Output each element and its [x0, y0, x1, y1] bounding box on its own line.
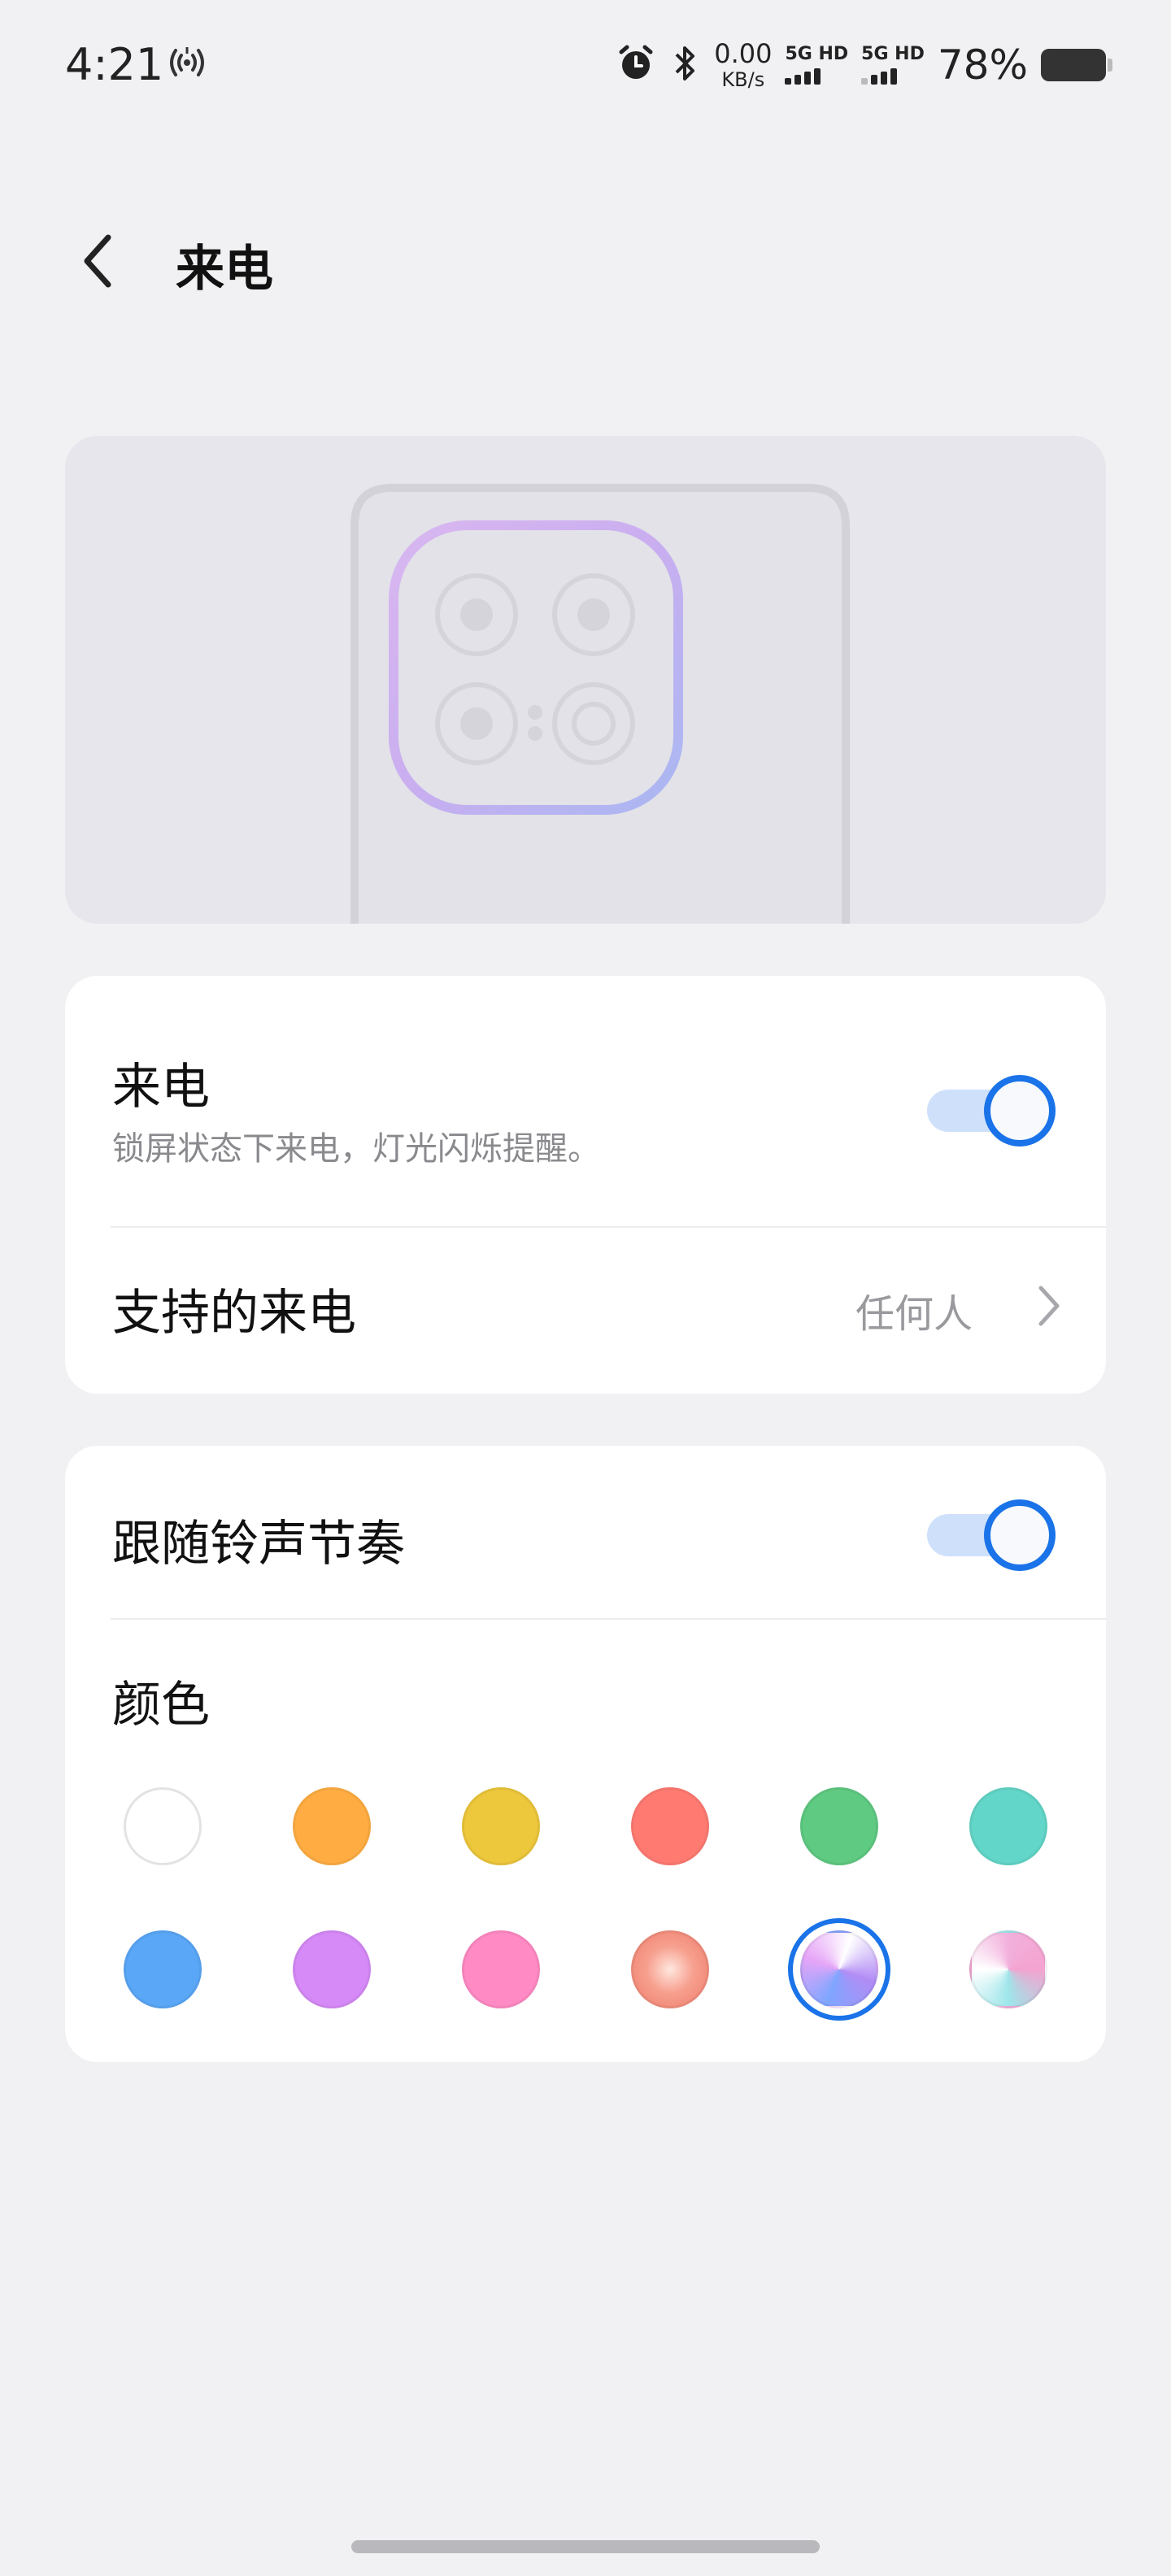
page-header: 来电	[0, 211, 1171, 309]
sim1-label: 5G HD	[785, 44, 849, 64]
incoming-call-title: 来电	[112, 1059, 210, 1116]
hotspot-icon	[166, 44, 208, 85]
incoming-call-toggle[interactable]	[927, 1072, 1059, 1150]
color-swatch-purple[interactable]	[293, 1930, 371, 2008]
sim1-signal: 5G HD	[785, 46, 848, 85]
signal-bars-icon	[785, 68, 821, 85]
battery-percent: 78%	[937, 41, 1028, 89]
phone-back-illustration	[350, 484, 850, 924]
alarm-icon	[616, 44, 655, 86]
follow-ringtone-toggle[interactable]	[927, 1496, 1059, 1574]
sim2-label: 5G HD	[861, 44, 925, 64]
status-time: 4:21	[65, 39, 164, 90]
chevron-right-icon	[1038, 1286, 1060, 1326]
battery-icon	[1041, 49, 1112, 81]
color-swatch-orange[interactable]	[293, 1787, 371, 1865]
network-speed-value: 0.00	[714, 38, 773, 69]
bluetooth-icon	[668, 43, 701, 87]
color-swatch-red[interactable]	[631, 1787, 709, 1865]
divider	[111, 1618, 1106, 1620]
back-button[interactable]	[65, 224, 130, 298]
signal-bars-icon	[861, 68, 898, 85]
color-swatch-yellow[interactable]	[462, 1787, 540, 1865]
ringtone-color-card: 跟随铃声节奏 颜色	[65, 1446, 1106, 2062]
status-bar: 4:21 0.00 KB/s 5G HD 5G HD 78%	[0, 0, 1171, 130]
supported-calls-value: 任何人	[855, 1291, 973, 1337]
toggle-knob	[984, 1075, 1056, 1147]
color-swatch-white[interactable]	[124, 1787, 202, 1865]
follow-ringtone-title: 跟随铃声节奏	[112, 1516, 405, 1573]
color-section-title: 颜色	[112, 1677, 210, 1734]
color-swatch-blue-purple-gradient[interactable]	[800, 1930, 878, 2008]
color-swatch-teal[interactable]	[969, 1787, 1047, 1865]
color-swatch-pink[interactable]	[462, 1930, 540, 2008]
supported-calls-row[interactable]: 支持的来电 任何人	[65, 1228, 1106, 1394]
supported-calls-title: 支持的来电	[112, 1285, 356, 1342]
color-swatch-coral-gradient[interactable]	[631, 1930, 709, 2008]
sim2-signal: 5G HD	[861, 46, 925, 85]
network-speed: 0.00 KB/s	[714, 41, 772, 89]
light-preview	[65, 436, 1106, 924]
color-swatch-blue[interactable]	[124, 1930, 202, 2008]
color-swatch-cyan-pink-gradient[interactable]	[969, 1930, 1047, 2008]
network-speed-unit: KB/s	[721, 68, 765, 91]
incoming-call-subtitle: 锁屏状态下来电，灯光闪烁提醒。	[112, 1130, 600, 1168]
incoming-call-card: 来电 锁屏状态下来电，灯光闪烁提醒。 支持的来电 任何人	[65, 976, 1106, 1394]
home-indicator	[351, 2540, 820, 2553]
toggle-knob	[984, 1499, 1056, 1571]
page-title: 来电	[176, 241, 273, 298]
color-swatch-green[interactable]	[800, 1787, 878, 1865]
chevron-left-icon	[84, 234, 111, 288]
